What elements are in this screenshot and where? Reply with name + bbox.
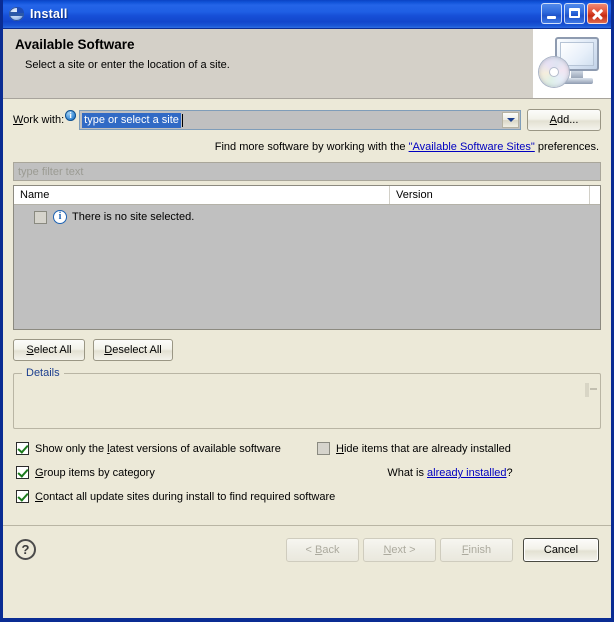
available-software-sites-link[interactable]: "Available Software Sites"	[409, 141, 535, 153]
already-installed-link[interactable]: already installed	[427, 467, 507, 479]
options-area: Show only the latest versions of availab…	[13, 442, 601, 512]
option-checkbox[interactable]	[16, 490, 29, 503]
maximize-button[interactable]	[564, 3, 585, 24]
window-controls	[541, 3, 608, 24]
what-is-suffix: ?	[506, 467, 513, 479]
install-dialog: Install Available Software Select a site…	[0, 0, 614, 622]
details-group: Details	[13, 367, 601, 429]
column-header-version[interactable]: Version	[390, 186, 590, 204]
page-title: Available Software	[15, 37, 135, 52]
row-checkbox[interactable]	[34, 210, 47, 224]
help-icon[interactable]: ?	[15, 539, 36, 560]
option-hide-installed[interactable]: Hide items that are already installed	[317, 442, 511, 455]
chevron-down-icon[interactable]	[502, 112, 519, 128]
add-site-button[interactable]: Add...	[527, 109, 601, 131]
selection-buttons: Select All Deselect All	[13, 339, 601, 361]
option-group-by-category[interactable]: Group items by category	[16, 466, 155, 479]
work-with-label: Work with:	[13, 114, 65, 126]
page-subtitle: Select a site or enter the location of a…	[25, 59, 230, 71]
sites-hint-suffix: preferences.	[534, 141, 599, 153]
back-button[interactable]: < Back	[286, 537, 359, 562]
next-button[interactable]: Next >	[363, 537, 436, 562]
monitor-cd-icon	[533, 29, 611, 98]
eclipse-install-icon	[9, 6, 25, 22]
filter-input[interactable]: type filter text	[13, 162, 601, 181]
scroll-down-icon[interactable]	[587, 383, 589, 397]
dialog-body: Work with: i type or select a site Add..…	[3, 99, 611, 573]
option-checkbox[interactable]	[16, 442, 29, 455]
column-header-name[interactable]: Name	[14, 186, 390, 204]
option-label: Hide items that are already installed	[336, 442, 511, 455]
info-icon: i	[53, 210, 67, 224]
details-scrollbar[interactable]	[585, 383, 598, 417]
window-title: Install	[30, 7, 68, 21]
what-is-installed: What is already installed?	[317, 467, 583, 479]
work-with-input[interactable]: type or select a site	[82, 112, 181, 128]
deselect-all-button[interactable]: Deselect All	[93, 339, 173, 361]
option-label: Group items by category	[35, 466, 155, 479]
minimize-button[interactable]	[541, 3, 562, 24]
wizard-header-text: Available Software Select a site or ente…	[3, 29, 533, 71]
row-name: There is no site selected.	[72, 211, 195, 223]
filter-placeholder: type filter text	[18, 165, 84, 178]
close-button[interactable]	[587, 3, 608, 24]
title-bar: Install	[3, 0, 611, 29]
table-row[interactable]: i There is no site selected.	[14, 208, 600, 226]
option-contact-update-sites[interactable]: Contact all update sites during install …	[16, 490, 335, 503]
what-is-prefix: What is	[387, 467, 428, 479]
sites-hint-prefix: Find more software by working with the	[214, 141, 409, 153]
cancel-button[interactable]: Cancel	[523, 537, 599, 562]
select-all-button[interactable]: Select All	[13, 339, 85, 361]
sites-hint: Find more software by working with the "…	[13, 131, 601, 153]
software-table[interactable]: Name Version i There is no site selected…	[13, 185, 601, 330]
option-checkbox[interactable]	[16, 466, 29, 479]
wizard-header: Available Software Select a site or ente…	[3, 29, 611, 99]
option-label: Contact all update sites during install …	[35, 490, 336, 503]
details-label: Details	[22, 367, 64, 379]
finish-button[interactable]: Finish	[440, 537, 513, 562]
work-with-combo[interactable]: type or select a site	[79, 110, 521, 130]
dialog-footer: ? < Back Next > Finish Cancel	[3, 525, 611, 573]
option-checkbox[interactable]	[317, 442, 330, 455]
option-label: Show only the latest versions of availab…	[35, 442, 281, 455]
column-header-extra[interactable]	[590, 186, 600, 204]
option-show-latest-versions[interactable]: Show only the latest versions of availab…	[16, 442, 281, 455]
info-icon: i	[65, 109, 77, 121]
work-with-row: Work with: i type or select a site Add..…	[13, 99, 601, 131]
table-header: Name Version	[14, 186, 600, 205]
text-caret	[181, 113, 183, 127]
